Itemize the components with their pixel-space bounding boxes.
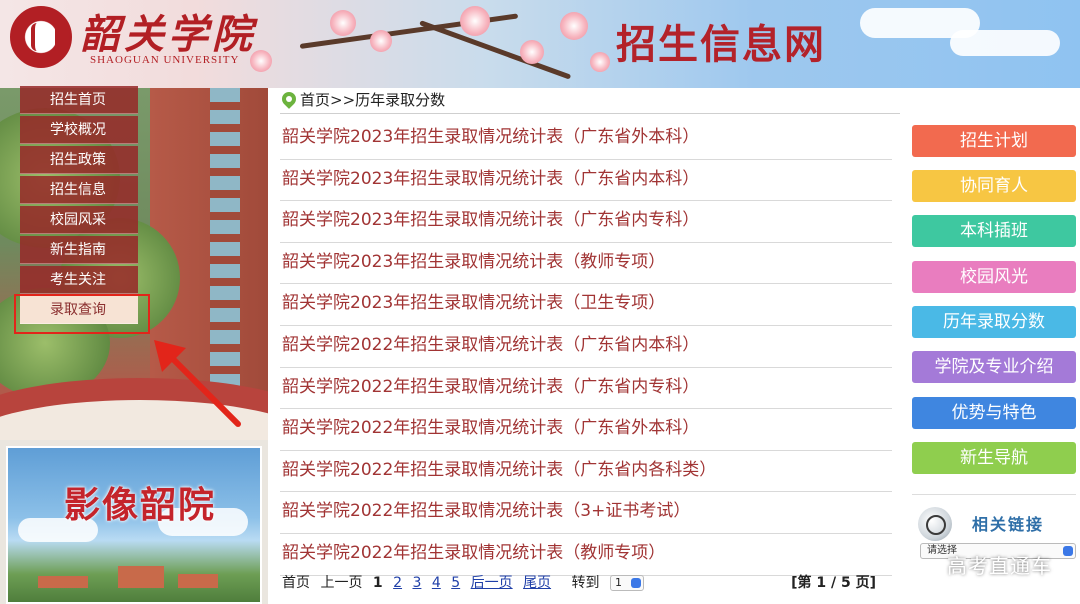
pager-last[interactable]: 尾页 <box>523 575 551 591</box>
nav-item-home[interactable]: 招生首页 <box>20 86 138 114</box>
breadcrumb-text[interactable]: 首页>>历年录取分数 <box>300 91 445 109</box>
list-item[interactable]: 韶关学院2023年招生录取情况统计表（广东省内专科） <box>280 201 892 243</box>
photo-panel-title: 影像韶院 <box>64 484 217 526</box>
pager-page-link[interactable]: 5 <box>451 575 460 591</box>
list-item[interactable]: 韶关学院2022年招生录取情况统计表（3+证书考试） <box>280 492 892 534</box>
list-item[interactable]: 韶关学院2023年招生录取情况统计表（卫生专项） <box>280 284 892 326</box>
list-item[interactable]: 韶关学院2022年招生录取情况统计表（广东省外本科） <box>280 409 892 451</box>
nav-item-freshman-guide[interactable]: 新生指南 <box>20 236 138 264</box>
watermark-text: 高考直通车 <box>947 554 1052 578</box>
quick-link-undergrad-transfer[interactable]: 本科插班 <box>912 215 1076 247</box>
nav-item-school-overview[interactable]: 学校概况 <box>20 116 138 144</box>
pager-goto-select[interactable]: 1 <box>609 575 644 591</box>
pager-page-link[interactable]: 4 <box>432 575 441 591</box>
list-item[interactable]: 韶关学院2022年招生录取情况统计表（广东省内专科） <box>280 368 892 410</box>
school-name-en: SHAOGUAN UNIVERSITY <box>90 54 240 66</box>
site-title: 招生信息网 <box>616 21 826 68</box>
pager-next[interactable]: 后一页 <box>471 575 513 591</box>
related-links-title: 相关链接 <box>972 515 1045 534</box>
quick-link-enrollment-plan[interactable]: 招生计划 <box>912 125 1076 157</box>
admission-score-list: 韶关学院2023年招生录取情况统计表（广东省外本科） 韶关学院2023年招生录取… <box>280 118 892 576</box>
pager-first: 首页 <box>282 575 310 591</box>
annotation-highlight-box <box>14 294 150 334</box>
side-navigation: 招生首页 学校概况 招生政策 招生信息 校园风采 新生指南 考生关注 录取查询 <box>20 86 138 326</box>
nav-item-admission-info[interactable]: 招生信息 <box>20 176 138 204</box>
pager-page-link[interactable]: 2 <box>393 575 402 591</box>
quick-link-strengths-features[interactable]: 优势与特色 <box>912 397 1076 429</box>
nav-item-admission-policy[interactable]: 招生政策 <box>20 146 138 174</box>
globe-icon <box>918 507 952 541</box>
right-column: 招生计划 协同育人 本科插班 校园风光 历年录取分数 学院及专业介绍 优势与特色… <box>900 88 1080 604</box>
campus-photo[interactable]: 影像韶院 <box>6 446 262 604</box>
pager-page-link[interactable]: 3 <box>412 575 421 591</box>
list-item[interactable]: 韶关学院2022年招生录取情况统计表（广东省内各科类） <box>280 451 892 493</box>
main-content: 首页>>历年录取分数 韶关学院2023年招生录取情况统计表（广东省外本科） 韶关… <box>268 88 1080 604</box>
quick-link-freshman-navigation[interactable]: 新生导航 <box>912 442 1076 474</box>
pager-current-page: 1 <box>372 575 383 591</box>
nav-item-candidate-focus[interactable]: 考生关注 <box>20 266 138 294</box>
list-item[interactable]: 韶关学院2023年招生录取情况统计表（教师专项） <box>280 243 892 285</box>
list-item[interactable]: 韶关学院2023年招生录取情况统计表（广东省内本科） <box>280 160 892 202</box>
quick-link-collaborative-education[interactable]: 协同育人 <box>912 170 1076 202</box>
quick-link-past-admission-scores[interactable]: 历年录取分数 <box>912 306 1076 338</box>
pager-prev: 上一页 <box>320 575 363 591</box>
pager-goto-label: 转到 <box>571 575 600 591</box>
header-banner: 韶关学院 SHAOGUAN UNIVERSITY 招生信息网 <box>0 0 1080 88</box>
pagination: 首页 上一页 1 2 3 4 5 后一页 尾页 转到 1 [第 1 / 5 页] <box>282 572 882 596</box>
location-pin-icon <box>279 89 299 109</box>
pager-summary: [第 1 / 5 页] <box>791 575 876 591</box>
photo-panel: 影像韶院 <box>0 440 268 604</box>
quick-link-campus-scenery[interactable]: 校园风光 <box>912 261 1076 293</box>
school-name-logo[interactable]: 韶关学院 <box>80 2 256 60</box>
nav-item-campus-style[interactable]: 校园风采 <box>20 206 138 234</box>
list-item[interactable]: 韶关学院2023年招生录取情况统计表（广东省外本科） <box>280 118 892 160</box>
annotation-arrow-icon <box>154 340 241 427</box>
list-item[interactable]: 韶关学院2022年招生录取情况统计表（广东省内本科） <box>280 326 892 368</box>
list-item[interactable]: 韶关学院2022年招生录取情况统计表（教师专项） <box>280 534 892 576</box>
school-seal-logo[interactable] <box>10 6 72 68</box>
quick-link-colleges-and-majors[interactable]: 学院及专业介绍 <box>912 351 1076 383</box>
